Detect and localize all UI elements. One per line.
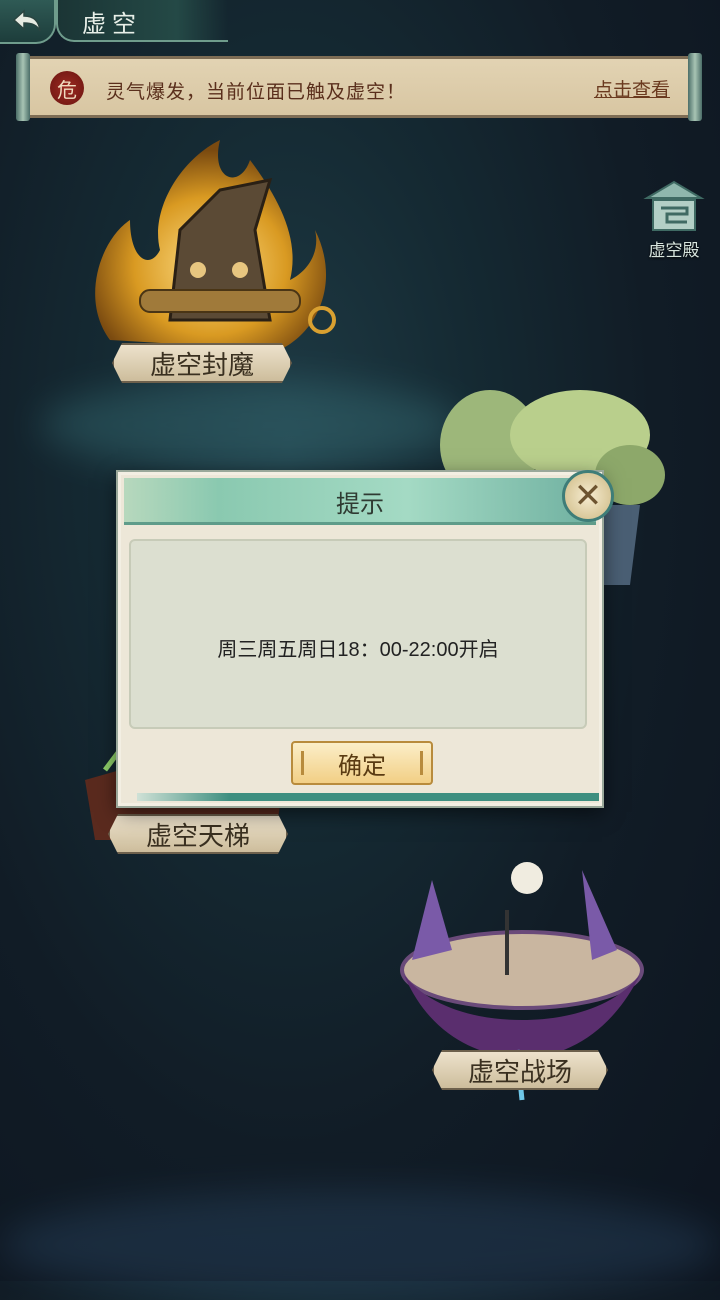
dialog-footer-bar [137,793,599,801]
notice-dialog: 提示 周三周五周日18：00-22:00开启 确定 [118,472,602,806]
dialog-body: 周三周五周日18：00-22:00开启 [129,539,587,729]
close-icon: ✕ [573,476,603,516]
close-button[interactable]: ✕ [562,470,614,522]
confirm-button[interactable]: 确定 [291,741,433,785]
dialog-message: 周三周五周日18：00-22:00开启 [217,639,499,661]
confirm-button-label: 确定 [338,751,386,780]
dialog-header: 提示 [124,478,596,525]
dialog-title: 提示 [336,490,384,518]
